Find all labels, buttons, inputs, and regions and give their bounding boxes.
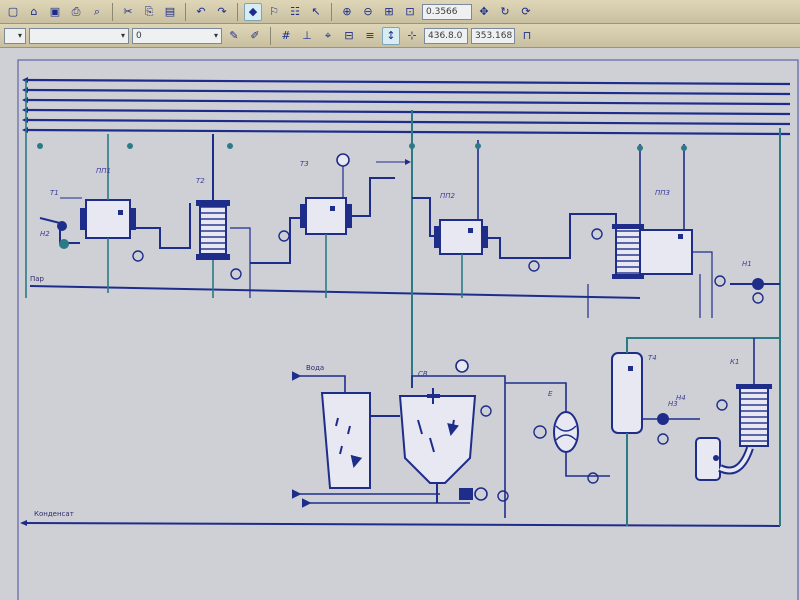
ortho-icon[interactable]: ⊥ xyxy=(298,27,316,45)
new-file-icon[interactable]: ▢ xyxy=(4,3,22,21)
grid-icon[interactable]: # xyxy=(277,27,295,45)
paste-icon[interactable]: ▤ xyxy=(161,3,179,21)
open-file-icon[interactable]: ⌂ xyxy=(25,3,43,21)
tank-label: Вода xyxy=(306,364,324,372)
tree-icon[interactable]: ⚐ xyxy=(265,3,283,21)
header-valves xyxy=(37,143,687,151)
pump-3 xyxy=(642,413,700,445)
zoom-in-icon[interactable]: ⊕ xyxy=(338,3,356,21)
tag-N1: Н1 xyxy=(742,260,752,268)
snap-icon[interactable]: ⌖ xyxy=(319,27,337,45)
refresh-icon[interactable]: ↻ xyxy=(496,3,514,21)
pump-1 xyxy=(730,278,780,304)
tag-PP3: ПП3 xyxy=(655,189,670,197)
layer-value: 0 xyxy=(136,30,142,41)
toolbar-divider xyxy=(185,2,186,21)
zoom-combo[interactable]: 0.3566 xyxy=(422,3,472,20)
header-line-arrows xyxy=(22,77,28,133)
format-toolbar: ▾ ▾ 0 ▾ ✎ ✐ # ⊥ ⌖ ⊟ ≡ ↕ ⊹ 436.8.0 353.16… xyxy=(0,24,800,48)
print-preview-icon[interactable]: ⌕ xyxy=(88,3,106,21)
steam-line xyxy=(29,285,641,299)
lock-coords-icon[interactable]: ⊓ xyxy=(518,27,536,45)
variables-icon[interactable]: ☷ xyxy=(286,3,304,21)
heat-exchanger-4 xyxy=(412,140,540,298)
line-style-icon[interactable]: ✐ xyxy=(246,27,264,45)
tag-T1: Т1 xyxy=(50,189,59,197)
style-name-combo[interactable]: ▾ xyxy=(29,27,129,44)
zoom-out-icon[interactable]: ⊖ xyxy=(359,3,377,21)
tag-PP1: ПП1 xyxy=(96,167,111,175)
drawing-frame xyxy=(17,59,799,600)
cut-icon[interactable]: ✂ xyxy=(119,3,137,21)
style-combo[interactable]: ▾ xyxy=(4,27,26,44)
tag-T3: Т3 xyxy=(300,160,309,168)
table-icon[interactable]: ⊟ xyxy=(340,27,358,45)
tag-T2: Т2 xyxy=(196,177,205,185)
align-icon[interactable]: ≡ xyxy=(361,27,379,45)
tag-T4: Т4 xyxy=(648,354,657,362)
toolbar-divider xyxy=(331,2,332,21)
properties-icon[interactable]: ◆ xyxy=(244,2,262,21)
header-lines xyxy=(25,78,791,136)
toolbar-divider xyxy=(237,2,238,21)
steam-line-label: Пар xyxy=(30,275,45,283)
condensate-arrow xyxy=(20,520,27,526)
toolbar-divider xyxy=(112,2,113,21)
help-arrow-icon[interactable]: ↖ xyxy=(307,3,325,21)
pan-icon[interactable]: ✥ xyxy=(475,3,493,21)
heat-exchanger-5 xyxy=(525,144,726,318)
heat-exchanger-2 xyxy=(196,134,251,298)
coord-x-value: 436.8.0 xyxy=(428,30,463,41)
redraw-icon[interactable]: ⟳ xyxy=(517,3,535,21)
redo-icon[interactable]: ↷ xyxy=(213,3,231,21)
filter-vessel xyxy=(505,382,610,484)
copy-icon[interactable]: ⎘ xyxy=(140,3,158,21)
coord-y-field[interactable]: 353.168 xyxy=(471,27,515,44)
zoom-value: 0.3566 xyxy=(426,6,458,17)
color-pen-icon[interactable]: ✎ xyxy=(225,27,243,45)
heat-exchanger-3 xyxy=(250,153,411,298)
zoom-window-icon[interactable]: ⊞ xyxy=(380,3,398,21)
coord-y-value: 353.168 xyxy=(475,30,513,41)
coord-icon[interactable]: ⊹ xyxy=(403,27,421,45)
pump-2 xyxy=(57,221,67,231)
tag-N2: Н2 xyxy=(40,230,50,238)
tag-SV: СВ xyxy=(418,370,428,378)
condensate-line xyxy=(23,522,781,527)
undo-icon[interactable]: ↶ xyxy=(192,3,210,21)
main-toolbar: ▢ ⌂ ▣ ⎙ ⌕ ✂ ⎘ ▤ ↶ ↷ ◆ ⚐ ☷ ↖ ⊕ ⊖ ⊞ ⊡ 0.35… xyxy=(0,0,800,24)
drawing-canvas[interactable]: Пар Конденсат Т1 ПП1 Т2 Т3 ПП2 ПП3 Н1 Н2… xyxy=(0,48,800,600)
tag-PP2: ПП2 xyxy=(440,192,456,200)
tag-N4: Н4 xyxy=(676,394,686,402)
condensate-line-label: Конденсат xyxy=(34,510,74,518)
toolbar-divider xyxy=(270,26,271,45)
process-flow-diagram: Пар Конденсат Т1 ПП1 Т2 Т3 ПП2 ПП3 Н1 Н2… xyxy=(17,59,799,600)
coord-x-field[interactable]: 436.8.0 xyxy=(424,27,468,44)
tag-E: Е xyxy=(548,390,553,398)
save-icon[interactable]: ▣ xyxy=(46,3,64,21)
water-tank xyxy=(292,371,400,489)
zoom-all-icon[interactable]: ⊡ xyxy=(401,3,419,21)
heat-exchanger-1 xyxy=(39,134,191,293)
cursor-mode-icon[interactable]: ↕ xyxy=(382,26,400,45)
layer-combo[interactable]: 0 ▾ xyxy=(132,27,222,44)
tag-K1: К1 xyxy=(730,358,739,366)
print-icon[interactable]: ⎙ xyxy=(67,3,85,21)
